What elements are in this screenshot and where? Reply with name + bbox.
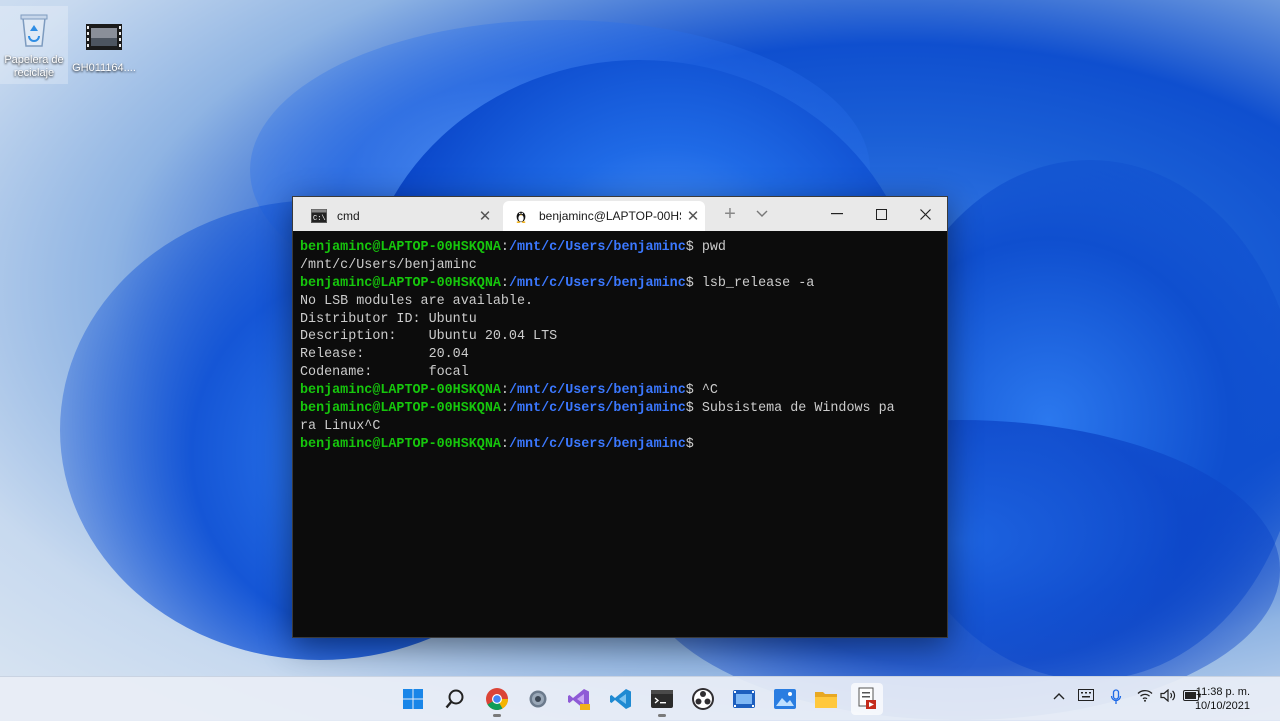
new-tab-button[interactable]: + bbox=[713, 197, 747, 231]
network-button[interactable] bbox=[1137, 689, 1153, 705]
tab-dropdown-button[interactable] bbox=[745, 197, 779, 231]
show-hidden-icons-button[interactable] bbox=[1052, 689, 1066, 704]
photos-button[interactable] bbox=[769, 683, 801, 715]
terminal-output-line: No LSB modules are available. bbox=[300, 293, 534, 309]
maximize-button[interactable] bbox=[859, 197, 903, 231]
visual-studio-button[interactable] bbox=[563, 683, 595, 715]
svg-text:C:\: C:\ bbox=[313, 215, 326, 223]
close-icon bbox=[919, 208, 931, 220]
clock-time: 11:38 p. m. bbox=[1195, 686, 1250, 698]
desktop-icon-label: Papelera de bbox=[4, 54, 64, 66]
prompt-separator: : bbox=[500, 240, 509, 255]
prompt-command: $ lsb_release -a bbox=[685, 275, 815, 291]
desktop-icon-label: GH011164.... bbox=[72, 62, 136, 74]
document-app-icon bbox=[858, 687, 876, 709]
prompt-user: benjaminc@LAPTOP-00HSKQNA bbox=[300, 383, 501, 399]
video-editor-icon bbox=[733, 690, 755, 708]
terminal-prompt-line: benjaminc@LAPTOP-00HSKQNA:/mnt/c/Users/b… bbox=[300, 275, 941, 293]
minimize-icon bbox=[831, 213, 843, 215]
visual-studio-icon bbox=[568, 689, 590, 710]
terminal-output-line: ra Linux^C bbox=[300, 418, 381, 434]
terminal-output-line: Codename: focal bbox=[300, 365, 469, 381]
search-icon bbox=[445, 689, 464, 709]
prompt-user: benjaminc@LAPTOP-00HSKQNA bbox=[300, 240, 501, 255]
obs-button[interactable] bbox=[687, 683, 719, 715]
desktop-icon-label: reciclaje bbox=[13, 67, 55, 79]
prompt-user: benjaminc@LAPTOP-00HSKQNA bbox=[300, 275, 501, 291]
prompt-path: /mnt/c/Users/benjaminc bbox=[508, 240, 686, 255]
tab-label: cmd bbox=[337, 209, 360, 223]
terminal-prompt-line: benjaminc@LAPTOP-00HSKQNA:/mnt/c/Users/b… bbox=[300, 436, 941, 454]
terminal-icon bbox=[651, 690, 673, 708]
video-editor-button[interactable] bbox=[728, 683, 760, 715]
prompt-command: $ bbox=[685, 436, 694, 452]
prompt-command: $ Subsistema de Windows pa bbox=[685, 401, 895, 417]
terminal-prompt-line: benjaminc@LAPTOP-00HSKQNA:/mnt/c/Users/b… bbox=[300, 382, 941, 400]
volume-button[interactable] bbox=[1160, 688, 1176, 705]
obs-icon bbox=[692, 688, 714, 710]
minimize-button[interactable] bbox=[815, 197, 859, 231]
keyboard-icon bbox=[1078, 689, 1094, 701]
gear-icon bbox=[529, 690, 547, 708]
prompt-path: /mnt/c/Users/benjaminc bbox=[508, 436, 686, 452]
keyboard-button[interactable] bbox=[1078, 689, 1094, 704]
microphone-button[interactable] bbox=[1110, 689, 1122, 708]
prompt-separator: : bbox=[500, 436, 509, 452]
terminal-output-line: /mnt/c/Users/benjaminc bbox=[300, 257, 477, 273]
chevron-up-icon bbox=[1053, 693, 1065, 700]
terminal-button[interactable] bbox=[646, 683, 678, 717]
prompt-command: $ pwd bbox=[685, 240, 726, 255]
photos-icon bbox=[774, 689, 796, 709]
wifi-icon bbox=[1137, 689, 1153, 702]
search-button[interactable] bbox=[439, 683, 471, 715]
maximize-icon bbox=[875, 208, 887, 220]
chrome-button[interactable] bbox=[481, 683, 513, 717]
prompt-user: benjaminc@LAPTOP-00HSKQNA bbox=[300, 436, 501, 452]
prompt-path: /mnt/c/Users/benjaminc bbox=[508, 401, 686, 417]
chrome-icon bbox=[486, 688, 508, 710]
vscode-icon bbox=[610, 689, 631, 709]
clock-button[interactable]: 11:38 p. m. 10/10/2021 bbox=[1195, 685, 1250, 713]
close-window-button[interactable] bbox=[903, 197, 947, 231]
prompt-separator: : bbox=[500, 383, 509, 399]
prompt-path: /mnt/c/Users/benjaminc bbox=[508, 275, 686, 291]
start-button[interactable] bbox=[397, 683, 429, 715]
recycle-bin-icon bbox=[20, 14, 48, 47]
close-tab-icon[interactable]: ✕ bbox=[473, 207, 497, 225]
settings-button[interactable] bbox=[522, 683, 554, 715]
vscode-button[interactable] bbox=[605, 683, 637, 715]
prompt-separator: : bbox=[500, 275, 509, 291]
speaker-icon bbox=[1160, 688, 1176, 703]
video-file-icon bbox=[86, 24, 122, 50]
clock-date: 10/10/2021 bbox=[1194, 700, 1250, 712]
prompt-separator: : bbox=[500, 401, 509, 417]
active-app-button[interactable] bbox=[851, 683, 883, 715]
windows-logo-icon bbox=[403, 689, 423, 709]
title-bar[interactable]: C:\ cmd ✕ benjaminc@LAPTOP-00HSK ✕ + bbox=[293, 197, 947, 231]
tab-cmd[interactable]: C:\ cmd ✕ bbox=[301, 201, 497, 231]
terminal-prompt-line: benjaminc@LAPTOP-00HSKQNA:/mnt/c/Users/b… bbox=[300, 239, 941, 257]
taskbar: 11:38 p. m. 10/10/2021 bbox=[0, 676, 1280, 721]
cmd-icon: C:\ bbox=[311, 209, 327, 223]
desktop-icon-recycle-bin[interactable]: Papelera de reciclaje bbox=[0, 6, 68, 84]
terminal-output-line: Release: 20.04 bbox=[300, 347, 469, 363]
microphone-icon bbox=[1110, 689, 1122, 704]
desktop-icon-video[interactable]: GH011164.... bbox=[70, 14, 138, 75]
file-explorer-button[interactable] bbox=[810, 683, 842, 715]
tab-ubuntu[interactable]: benjaminc@LAPTOP-00HSK ✕ bbox=[503, 201, 705, 231]
prompt-path: /mnt/c/Users/benjaminc bbox=[508, 383, 686, 399]
terminal-output[interactable]: benjaminc@LAPTOP-00HSKQNA:/mnt/c/Users/b… bbox=[300, 239, 941, 454]
terminal-output-line: Distributor ID: Ubuntu bbox=[300, 311, 477, 327]
chevron-down-icon bbox=[756, 210, 768, 217]
linux-penguin-icon bbox=[516, 211, 526, 223]
prompt-user: benjaminc@LAPTOP-00HSKQNA bbox=[300, 401, 501, 417]
tab-label: benjaminc@LAPTOP-00HSK bbox=[539, 209, 681, 223]
terminal-prompt-line: benjaminc@LAPTOP-00HSKQNA:/mnt/c/Users/b… bbox=[300, 400, 941, 418]
folder-icon bbox=[815, 692, 837, 708]
terminal-output-line: Description: Ubuntu 20.04 LTS bbox=[300, 329, 558, 345]
terminal-window[interactable]: C:\ cmd ✕ benjaminc@LAPTOP-00HSK ✕ + ben… bbox=[292, 196, 948, 638]
close-tab-icon[interactable]: ✕ bbox=[681, 207, 705, 225]
prompt-command: $ ^C bbox=[685, 383, 718, 399]
